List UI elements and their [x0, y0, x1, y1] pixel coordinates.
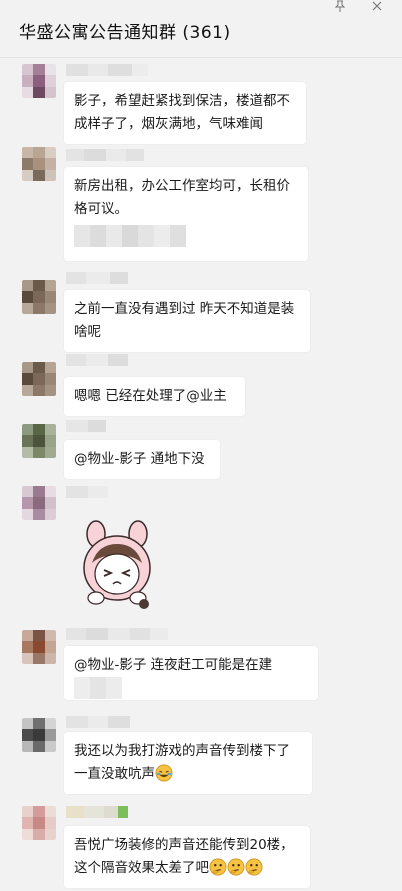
message-bubble[interactable]: 影子，希望赶紧找到保洁，楼道都不成样子了，烟灰满地，气味难闻	[64, 82, 306, 144]
sender-name	[66, 806, 128, 818]
message-item: 吾悦广场装修的声音还能传到20楼，这个隔音效果太差了吧	[0, 802, 402, 891]
avatar[interactable]	[22, 147, 56, 181]
avatar[interactable]	[22, 630, 56, 664]
sticker-image[interactable]	[76, 518, 156, 610]
message-item: 之前一直没有遇到过 昨天不知道是装啥呢	[0, 268, 402, 352]
avatar[interactable]	[22, 424, 56, 458]
message-text: 吾悦广场装修的声音还能传到20楼，这个隔音效果太差了吧	[74, 834, 300, 880]
message-bubble[interactable]: 我还以为我打游戏的声音传到楼下了一直没敢吭声	[64, 732, 312, 794]
sender-name	[66, 486, 108, 498]
message-bubble[interactable]: 新房出租，办公工作室均可，长租价格可议。	[64, 167, 308, 261]
message-text: 之前一直没有遇到过 昨天不知道是装啥呢	[74, 301, 295, 340]
pin-icon[interactable]	[333, 0, 347, 12]
message-text: 我还以为我打游戏的声音传到楼下了一直没敢吭声	[74, 740, 302, 786]
sender-name	[66, 628, 168, 640]
sender-name	[66, 272, 128, 284]
avatar[interactable]	[22, 718, 56, 752]
thinking-emoji	[209, 858, 227, 876]
message-bubble[interactable]: 嗯嗯 已经在处理了@业主	[64, 377, 245, 416]
message-text: 嗯嗯 已经在处理了@业主	[74, 388, 227, 404]
message-item: 嗯嗯 已经在处理了@业主	[0, 352, 402, 416]
thinking-emoji	[245, 858, 263, 876]
message-item: 新房出租，办公工作室均可，长租价格可议。	[0, 145, 402, 263]
sender-name	[66, 149, 144, 161]
message-bubble[interactable]: 吾悦广场装修的声音还能传到20楼，这个隔音效果太差了吧	[64, 826, 310, 888]
avatar[interactable]	[22, 64, 56, 98]
message-bubble[interactable]: @物业-影子 连夜赶工可能是在建	[64, 646, 318, 700]
blurred-text	[74, 677, 308, 699]
group-title: 华盛公寓公告通知群 (361)	[19, 23, 231, 43]
message-text: @物业-影子 连夜赶工可能是在建	[74, 657, 273, 673]
message-text: @物业-影子 通地下没	[74, 451, 205, 467]
sender-name	[66, 420, 106, 432]
sender-name	[66, 64, 148, 76]
message-text-content: 我还以为我打游戏的声音传到楼下了一直没敢吭声	[74, 743, 290, 782]
message-bubble[interactable]: 之前一直没有遇到过 昨天不知道是装啥呢	[64, 290, 310, 352]
message-item	[0, 482, 402, 614]
avatar[interactable]	[22, 280, 56, 314]
sender-name	[66, 716, 130, 728]
sender-name	[66, 354, 128, 366]
message-item: @物业-影子 连夜赶工可能是在建	[0, 624, 402, 704]
avatar[interactable]	[22, 362, 56, 396]
avatar[interactable]	[22, 806, 56, 840]
message-item: 影子，希望赶紧找到保洁，楼道都不成样子了，烟灰满地，气味难闻	[0, 60, 402, 144]
message-item: @物业-影子 通地下没	[0, 416, 402, 479]
message-item: 我还以为我打游戏的声音传到楼下了一直没敢吭声	[0, 712, 402, 798]
message-text: 影子，希望赶紧找到保洁，楼道都不成样子了，烟灰满地，气味难闻	[74, 93, 290, 132]
avatar[interactable]	[22, 486, 56, 520]
thinking-emoji	[227, 858, 245, 876]
blurred-text	[74, 225, 298, 247]
chat-header: 华盛公寓公告通知群 (361)	[0, 0, 402, 58]
close-icon[interactable]	[370, 0, 384, 12]
laughing-tears-emoji	[155, 764, 173, 782]
message-bubble[interactable]: @物业-影子 通地下没	[64, 440, 220, 479]
message-text: 新房出租，办公工作室均可，长租价格可议。	[74, 178, 290, 217]
